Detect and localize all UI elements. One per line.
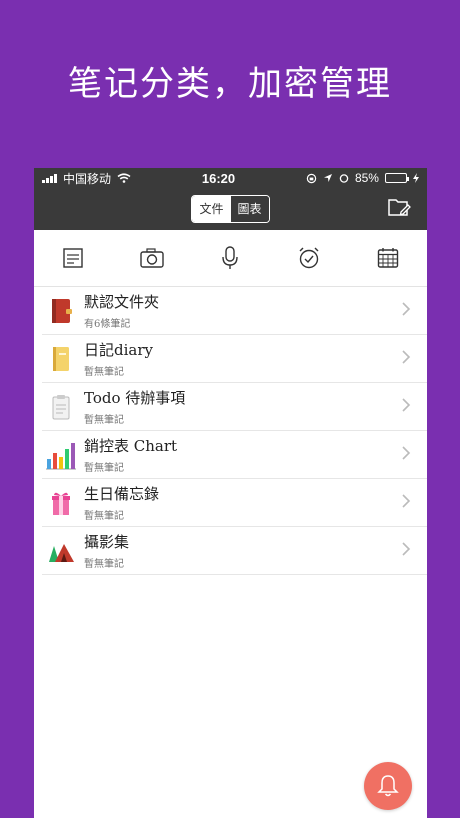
row-title: Todo 待辦事項 [84,389,186,407]
alarm-icon[interactable] [295,244,323,272]
calendar-icon[interactable] [374,244,402,272]
clipboard-icon [42,388,80,426]
folder-list: 默認文件夾 有6條筆記 日記diary 暫無筆記 Todo 待辦事項 暫無筆記 … [34,287,427,575]
row-subtitle: 暫無筆記 [84,367,124,378]
nav-bar: 文件 圖表 [34,188,427,230]
chevron-right-icon [401,349,411,369]
chevron-right-icon [401,541,411,561]
carrier-label: 中国移动 [63,171,112,186]
list-item[interactable]: 銷控表 Chart 暫無筆記 [42,431,427,479]
folder-book-icon [42,292,80,330]
list-item[interactable]: 默認文件夾 有6條筆記 [42,287,427,335]
row-subtitle: 有6條筆記 [84,319,131,330]
view-segmented-control: 文件 圖表 [191,195,270,223]
microphone-icon[interactable] [216,244,244,272]
row-subtitle: 暫無筆記 [84,511,124,522]
tab-file[interactable]: 文件 [192,196,231,222]
phone-screen: 中国移动 16:20 85% 文件 圖表 默認文件夾 有6條筆記 日記diary… [34,168,427,818]
headline: 笔记分类，加密管理 [68,64,392,104]
alarm-status-icon [339,174,349,183]
diary-icon [42,340,80,378]
row-title: 攝影集 [84,533,130,551]
row-title: 生日備忘錄 [84,485,160,503]
chevron-right-icon [401,301,411,321]
list-item[interactable]: 生日備忘錄 暫無筆記 [42,479,427,527]
row-subtitle: 暫無筆記 [84,415,124,426]
charging-icon [412,173,419,183]
list-item[interactable]: Todo 待辦事項 暫無筆記 [42,383,427,431]
row-subtitle: 暫無筆記 [84,559,124,570]
row-title: 日記diary [84,341,153,359]
signal-icon [42,173,57,183]
list-item[interactable]: 日記diary 暫無筆記 [42,335,427,383]
tab-chart[interactable]: 圖表 [230,196,269,222]
row-title: 銷控表 Chart [84,437,178,455]
status-bar: 中国移动 16:20 85% [34,168,427,188]
chevron-right-icon [401,493,411,513]
battery-percent: 85% [354,171,379,185]
bell-icon [377,775,399,797]
chevron-right-icon [401,445,411,465]
quick-actions-toolbar [34,230,427,287]
list-item[interactable]: 攝影集 暫無筆記 [42,527,427,575]
wifi-icon [117,173,131,183]
row-subtitle: 暫無筆記 [84,463,124,474]
chevron-right-icon [401,397,411,417]
tent-icon [42,532,80,570]
rotation-lock-icon [306,173,317,183]
clock: 16:20 [201,170,236,186]
location-icon [323,174,332,182]
notification-button[interactable] [364,762,412,810]
bar-chart-icon [42,436,80,474]
battery-icon [384,173,409,183]
gift-icon [42,484,80,522]
note-icon[interactable] [59,244,87,272]
camera-icon[interactable] [138,244,166,272]
folder-edit-icon[interactable] [387,196,411,222]
row-title: 默認文件夾 [84,293,160,311]
